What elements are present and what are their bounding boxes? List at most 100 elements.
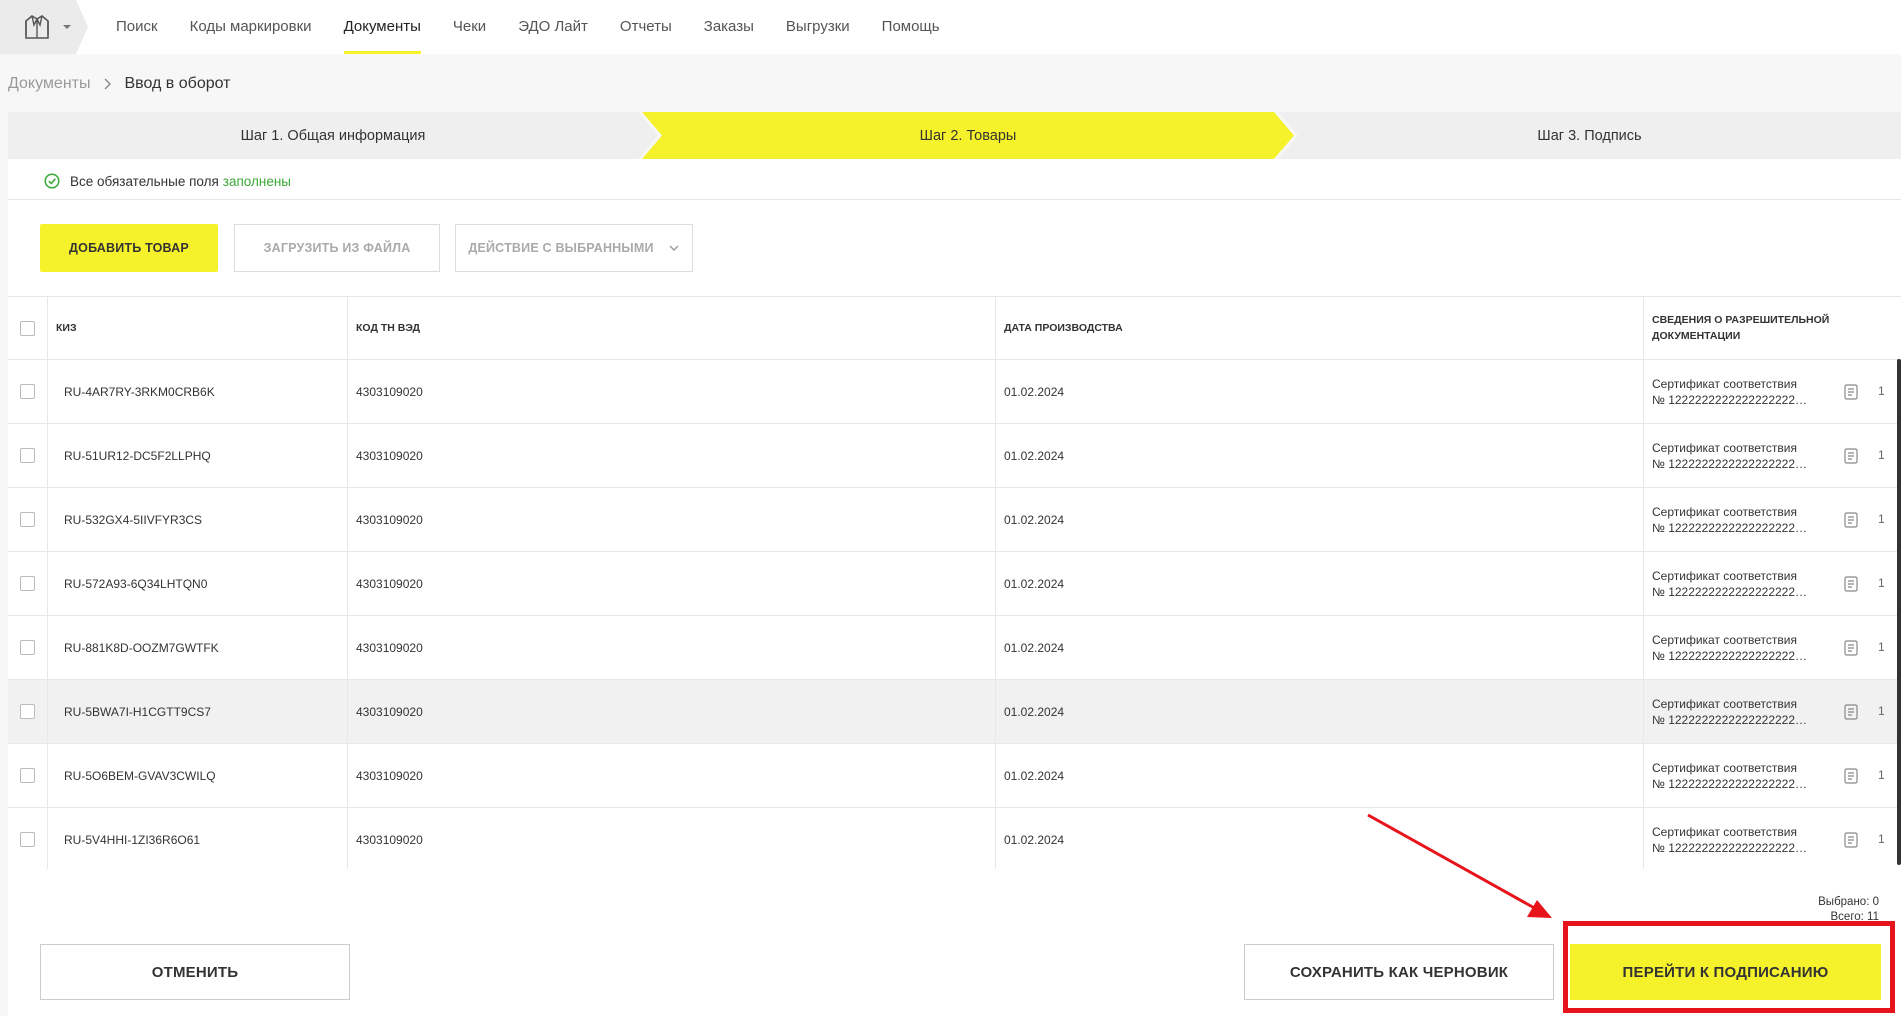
table-row[interactable]: RU-881K8D-OOZM7GWTFK 4303109020 01.02.2024… (8, 616, 1901, 680)
chevron-right-icon (104, 78, 112, 90)
permit-doc-cell: Сертификат соответствия № 122222222222222… (1644, 680, 1901, 743)
table-row[interactable]: RU-4AR7RY-3RKM0CRB6K 4303109020 01.02.2024… (8, 360, 1901, 424)
tnved-cell: 4303109020 (348, 488, 996, 551)
main-menu: Поиск Коды маркировки Документы Чеки ЭДО… (100, 0, 956, 54)
row-checkbox[interactable] (20, 704, 35, 719)
permit-doc-type: Сертификат соответствия (1652, 376, 1797, 391)
select-all-checkbox[interactable] (20, 320, 35, 336)
add-goods-button[interactable]: ДОБАВИТЬ ТОВАР (40, 224, 218, 272)
goods-panel: Все обязательные поля заполнены ДОБАВИТЬ… (8, 159, 1901, 1016)
permit-doc-cell: Сертификат соответствия № 122222222222222… (1644, 552, 1901, 615)
goods-table: КИЗ КОД ТН ВЭД ДАТА ПРОИЗВОДСТВА СВЕДЕНИ… (8, 296, 1901, 869)
menu-item-documents[interactable]: Документы (328, 0, 437, 54)
row-checkbox[interactable] (20, 448, 35, 463)
header-production-date[interactable]: ДАТА ПРОИЗВОДСТВА (996, 297, 1644, 359)
permit-doc-type: Сертификат соответствия (1652, 696, 1797, 711)
permit-doc-number: № 1222222222222222222222 (1652, 648, 1808, 663)
menu-item-receipts[interactable]: Чеки (437, 0, 502, 54)
document-list-icon[interactable] (1844, 768, 1858, 784)
menu-item-reports[interactable]: Отчеты (604, 0, 688, 54)
table-row[interactable]: RU-5V4HHI-1ZI36R6O61 4303109020 01.02.2024… (8, 808, 1901, 869)
production-date-cell: 01.02.2024 (996, 680, 1644, 743)
header-kiz[interactable]: КИЗ (48, 297, 348, 359)
bulk-action-dropdown[interactable]: ДЕЙСТВИЕ С ВЫБРАННЫМИ (455, 224, 693, 272)
permit-doc-cell: Сертификат соответствия № 122222222222222… (1644, 488, 1901, 551)
permit-doc-number: № 1222222222222222222222 (1652, 520, 1808, 535)
permit-doc-count: 1 (1878, 448, 1885, 462)
save-draft-label: СОХРАНИТЬ КАК ЧЕРНОВИК (1289, 963, 1509, 981)
tnved-cell: 4303109020 (348, 424, 996, 487)
step-signature[interactable]: Шаг 3. Подпись (1278, 112, 1901, 159)
production-date-cell: 01.02.2024 (996, 552, 1644, 615)
permit-doc-count: 1 (1878, 832, 1885, 846)
permit-doc-type: Сертификат соответствия (1652, 568, 1797, 583)
document-list-icon[interactable] (1844, 576, 1858, 592)
wizard-steps: Шаг 1. Общая информация Шаг 2. Товары Ша… (8, 112, 1901, 159)
validation-ok-text: заполнены (222, 173, 292, 189)
production-date-cell: 01.02.2024 (996, 360, 1644, 423)
step-goods[interactable]: Шаг 2. Товары (642, 112, 1294, 159)
document-list-icon[interactable] (1844, 640, 1858, 656)
menu-item-edo-lite[interactable]: ЭДО Лайт (502, 0, 604, 54)
header-checkbox-cell (8, 297, 48, 359)
row-checkbox-cell (8, 616, 48, 679)
step-1-label: Шаг 1. Общая информация (240, 127, 426, 144)
table-row[interactable]: RU-572A93-6Q34LHTQN0 4303109020 01.02.2024… (8, 552, 1901, 616)
table-row[interactable]: RU-532GX4-5IIVFYR3CS 4303109020 01.02.2024… (8, 488, 1901, 552)
row-checkbox[interactable] (20, 832, 35, 847)
production-date-cell: 01.02.2024 (996, 424, 1644, 487)
permit-doc-text: Сертификат соответствия № 122222222222222… (1652, 760, 1808, 792)
kiz-cell: RU-881K8D-OOZM7GWTFK (48, 616, 348, 679)
row-checkbox-cell (8, 808, 48, 869)
kiz-cell: RU-5BWA7I-H1CGTT9CS7 (48, 680, 348, 743)
cancel-button[interactable]: ОТМЕНИТЬ (40, 944, 350, 1000)
header-permit-docs[interactable]: СВЕДЕНИЯ О РАЗРЕШИТЕЛЬНОЙ ДОКУМЕНТАЦИИ (1644, 297, 1901, 359)
app-menu-button[interactable] (0, 0, 88, 54)
tnved-cell: 4303109020 (348, 680, 996, 743)
menu-item-orders[interactable]: Заказы (688, 0, 770, 54)
permit-doc-number: № 1222222222222222222222 (1652, 584, 1808, 599)
document-list-icon[interactable] (1844, 448, 1858, 464)
permit-doc-count: 1 (1878, 576, 1885, 590)
document-list-icon[interactable] (1844, 704, 1858, 720)
document-list-icon[interactable] (1844, 512, 1858, 528)
table-row[interactable]: RU-5BWA7I-H1CGTT9CS7 4303109020 01.02.2024… (8, 680, 1901, 744)
validation-status: Все обязательные поля заполнены (44, 171, 291, 191)
menu-item-help[interactable]: Помощь (866, 0, 956, 54)
header-tnved[interactable]: КОД ТН ВЭД (348, 297, 996, 359)
load-from-file-button[interactable]: ЗАГРУЗИТЬ ИЗ ФАЙЛА (234, 224, 440, 272)
permit-doc-cell: Сертификат соответствия № 122222222222222… (1644, 744, 1901, 807)
permit-doc-count: 1 (1878, 640, 1885, 654)
row-checkbox-cell (8, 744, 48, 807)
breadcrumb: Документы Ввод в оборот (8, 72, 230, 96)
table-row[interactable]: RU-5O6BEM-GVAV3CWILQ 4303109020 01.02.2024… (8, 744, 1901, 808)
kiz-cell: RU-572A93-6Q34LHTQN0 (48, 552, 348, 615)
permit-doc-type: Сертификат соответствия (1652, 824, 1797, 839)
document-list-icon[interactable] (1844, 832, 1858, 848)
row-checkbox-cell (8, 360, 48, 423)
save-draft-button[interactable]: СОХРАНИТЬ КАК ЧЕРНОВИК (1244, 944, 1554, 1000)
permit-doc-text: Сертификат соответствия № 122222222222222… (1652, 440, 1808, 472)
menu-item-exports[interactable]: Выгрузки (770, 0, 866, 54)
row-checkbox[interactable] (20, 640, 35, 655)
bulk-action-label: ДЕЙСТВИЕ С ВЫБРАННЫМИ (468, 241, 654, 255)
table-row[interactable]: RU-51UR12-DC5F2LLPHQ 4303109020 01.02.2024… (8, 424, 1901, 488)
kiz-cell: RU-5V4HHI-1ZI36R6O61 (48, 808, 348, 869)
permit-doc-number: № 1222222222222222222222 (1652, 456, 1808, 471)
go-to-signing-button[interactable]: ПЕРЕЙТИ К ПОДПИСАНИЮ (1570, 944, 1881, 1000)
document-list-icon[interactable] (1844, 384, 1858, 400)
menu-item-search[interactable]: Поиск (100, 0, 174, 54)
permit-doc-type: Сертификат соответствия (1652, 760, 1797, 775)
row-checkbox[interactable] (20, 576, 35, 591)
divider (8, 199, 1901, 200)
row-checkbox[interactable] (20, 768, 35, 783)
breadcrumb-documents-link[interactable]: Документы (8, 75, 90, 93)
table-scrollbar[interactable] (1897, 359, 1901, 865)
step-general-info[interactable]: Шаг 1. Общая информация (8, 112, 658, 159)
row-checkbox[interactable] (20, 384, 35, 399)
menu-item-marking-codes[interactable]: Коды маркировки (174, 0, 328, 54)
top-navigation: Поиск Коды маркировки Документы Чеки ЭДО… (0, 0, 1901, 54)
permit-doc-type: Сертификат соответствия (1652, 440, 1797, 455)
row-checkbox[interactable] (20, 512, 35, 527)
kiz-cell: RU-4AR7RY-3RKM0CRB6K (48, 360, 348, 423)
